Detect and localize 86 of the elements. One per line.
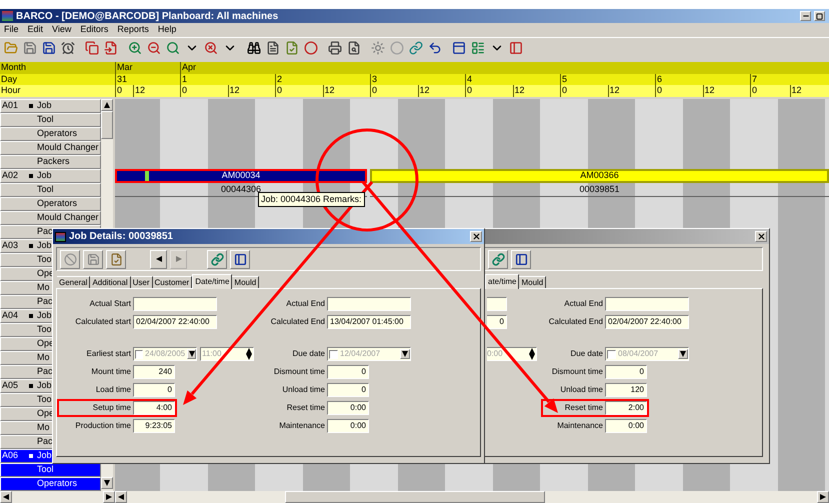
field-label: Unload time <box>281 384 326 396</box>
date-value: 24/08/2005 <box>145 348 186 360</box>
window-title: BARCO - [DEMO@BARCODB] Planboard: All machines <box>16 10 278 24</box>
timeline-row-label: Day <box>0 74 115 86</box>
date-value: 12/04/2007 <box>340 348 382 360</box>
hour-header: 12 <box>322 85 370 97</box>
month-header: Apr <box>180 62 829 74</box>
machine-code: A06 <box>2 450 18 460</box>
day-header: 3 <box>370 74 465 86</box>
resource-label: Packers <box>37 155 70 168</box>
resource-label: Mould Changer <box>37 211 99 224</box>
resource-label: Tool <box>37 183 54 196</box>
order-number: 00039851 <box>579 182 620 196</box>
hour-header: 12 <box>702 85 750 97</box>
timeline-row-label: Hour <box>0 85 115 97</box>
field-label: Calculated End <box>548 316 604 328</box>
resource-label: Too <box>37 323 52 336</box>
month-header: Mar <box>115 62 180 74</box>
time-value: 0:00 <box>487 348 504 360</box>
field-label: Maintenance <box>278 420 326 432</box>
field-label: Reset time <box>286 402 326 414</box>
field-label: Load time <box>94 384 132 396</box>
resource-label: Mo <box>37 281 50 294</box>
resource-label: Job <box>37 449 52 462</box>
resource-label: Tool <box>37 113 54 126</box>
hour-header: 0 <box>180 85 228 97</box>
resource-label: Pac <box>37 365 53 378</box>
resource-label: Job <box>37 379 52 392</box>
hour-header: 0 <box>370 85 418 97</box>
field-label: Setup time <box>92 402 132 414</box>
day-header: 1 <box>180 74 275 86</box>
field-label: Reset time <box>564 402 604 414</box>
hour-header: 12 <box>133 85 180 97</box>
field-label: Due date <box>292 348 326 360</box>
resource-label: Operators <box>37 127 78 140</box>
field-label: Dismount time <box>550 366 604 378</box>
resource-label: Operators <box>37 197 78 210</box>
machine-code: A01 <box>2 100 18 110</box>
field-label: Actual End <box>563 298 604 310</box>
machine-code: A05 <box>2 380 18 390</box>
day-header: 5 <box>560 74 655 86</box>
field-label: Due date <box>570 348 604 360</box>
resource-label: Pac <box>37 295 53 308</box>
hour-header: 12 <box>608 85 655 97</box>
time-value: 11:00 <box>202 348 222 360</box>
machine-code: A02 <box>2 170 18 180</box>
resource-label: Too <box>37 393 52 406</box>
resource-label: Mo <box>37 351 50 364</box>
resource-label: Job <box>37 99 52 112</box>
resource-label: Job <box>37 309 52 322</box>
job-label: AM00034 <box>222 169 260 182</box>
machine-code: A04 <box>2 310 18 320</box>
resource-label: Operators <box>37 477 78 490</box>
field-label: Maintenance <box>556 420 604 432</box>
hour-header: 12 <box>418 85 465 97</box>
field-label: Dismount time <box>272 366 326 378</box>
hour-header: 0 <box>115 85 133 97</box>
hour-header: 0 <box>560 85 608 97</box>
hour-header: 12 <box>512 85 560 97</box>
day-header: 31 <box>115 74 180 86</box>
date-value: 08/04/2007 <box>618 348 660 360</box>
job-label: AM00366 <box>580 169 619 182</box>
machine-code: A03 <box>2 240 18 250</box>
resource-label: Mould Changer <box>37 141 99 154</box>
hour-header: 0 <box>655 85 702 97</box>
resource-label: Job <box>37 239 52 252</box>
tooltip: Job: 00044306 Remarks: <box>258 192 365 208</box>
field-label: Actual End <box>285 298 326 310</box>
day-header: 4 <box>465 74 560 86</box>
resource-label: Mo <box>37 421 50 434</box>
day-header: 2 <box>275 74 370 86</box>
day-header: 7 <box>750 74 829 86</box>
hour-header: 12 <box>228 85 275 97</box>
resource-label: Job <box>37 169 52 182</box>
day-header: 6 <box>655 74 750 86</box>
hour-header: 0 <box>465 85 512 97</box>
field-label: Calculated End <box>270 316 326 328</box>
hour-header: 0 <box>750 85 790 97</box>
resource-label: Pac <box>37 225 53 238</box>
field-label: Unload time <box>559 384 604 396</box>
resource-label: Tool <box>37 463 54 476</box>
resource-label: Pac <box>37 435 53 448</box>
hour-header: 12 <box>790 85 829 97</box>
resource-label: Too <box>37 253 52 266</box>
hour-header: 0 <box>275 85 322 97</box>
timeline-row-label: Month <box>0 62 115 74</box>
